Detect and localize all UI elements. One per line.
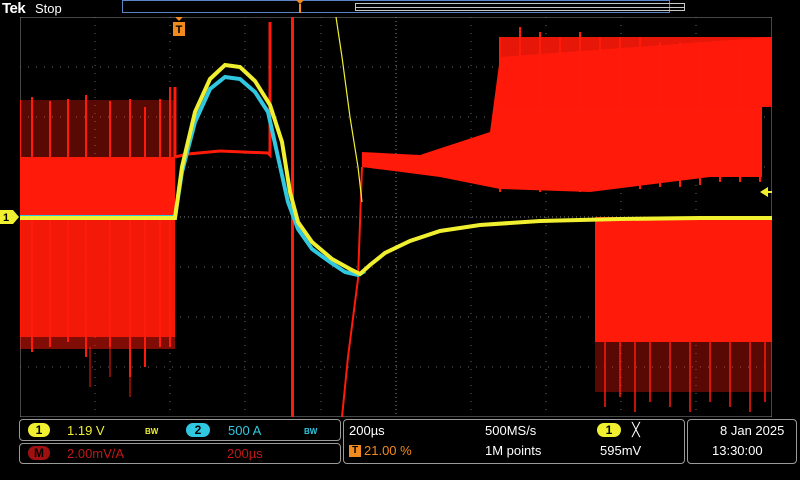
- record-overview-bar[interactable]: [122, 0, 685, 13]
- record-view-window[interactable]: [355, 3, 685, 11]
- trigger-position-marker[interactable]: T: [171, 17, 187, 41]
- channel1-bandwidth-icon: BW: [145, 427, 159, 436]
- channel1-scale: 1.19 V: [67, 423, 105, 438]
- math-timebase: 200µs: [227, 446, 263, 461]
- date-time-panel[interactable]: 8 Jan 2025 13:30:00: [687, 419, 797, 464]
- trigger-marker-label: T: [176, 24, 183, 36]
- channel2-badge[interactable]: 2: [186, 423, 210, 437]
- record-trigger-icon: [296, 0, 304, 13]
- channel-settings-panel[interactable]: 1 1.19 V BW 2 500 A BW: [19, 419, 341, 441]
- channel2-scale: 500 A: [228, 423, 262, 438]
- channel2-bandwidth-icon: BW: [304, 427, 318, 436]
- trigger-source-badge[interactable]: 1: [597, 423, 621, 437]
- trigger-position-icon: T: [349, 445, 361, 457]
- waveform-display[interactable]: [20, 17, 772, 417]
- date-display: 8 Jan 2025: [720, 423, 785, 438]
- channel1-ground-marker[interactable]: 1: [0, 209, 20, 225]
- timebase-trigger-panel[interactable]: 200µs 500MS/s 1 ╳ T 21.00 % 1M points 59…: [343, 419, 685, 464]
- trigger-level: 595mV: [600, 443, 642, 458]
- trigger-position-percent: 21.00 %: [364, 443, 412, 458]
- trigger-level-arrow-icon[interactable]: [760, 186, 772, 198]
- channel1-marker-label: 1: [3, 212, 9, 224]
- trigger-slope-icon: ╳: [632, 422, 640, 437]
- record-length: 1M points: [485, 443, 542, 458]
- math-settings-panel[interactable]: M 2.00mV/A 200µs: [19, 443, 341, 464]
- time-display: 13:30:00: [712, 443, 763, 458]
- horizontal-scale: 200µs: [349, 423, 385, 438]
- channel1-badge[interactable]: 1: [28, 423, 50, 437]
- brand-logo: Tek: [2, 0, 26, 17]
- math-badge[interactable]: M: [28, 446, 50, 460]
- top-status-bar: Tek Stop: [0, 0, 800, 17]
- sample-rate: 500MS/s: [485, 423, 537, 438]
- acquisition-status[interactable]: Stop: [35, 1, 62, 16]
- math-scale: 2.00mV/A: [67, 446, 125, 461]
